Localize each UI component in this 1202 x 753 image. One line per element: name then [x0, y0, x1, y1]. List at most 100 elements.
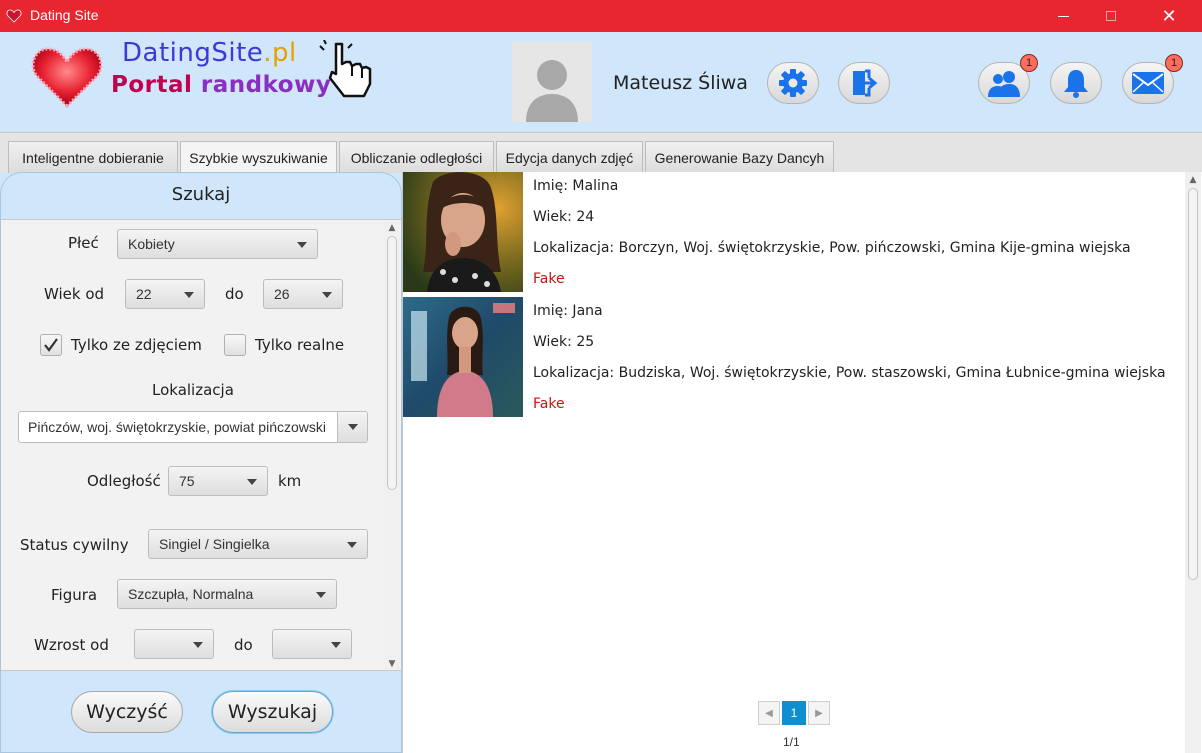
profile-photo-image	[403, 172, 523, 292]
window-title: Dating Site	[30, 7, 99, 23]
location-combobox[interactable]: Pińczów, woj. świętokrzyskie, powiat piń…	[18, 411, 368, 443]
bell-icon	[1064, 70, 1088, 98]
checkmark-icon	[44, 338, 58, 352]
figure-select[interactable]: Szczupła, Normalna	[117, 579, 337, 609]
result-age: Wiek: 24	[533, 209, 595, 225]
chevron-right-icon: ▶	[815, 707, 823, 719]
tab-smart-matching[interactable]: Inteligentne dobieranie	[8, 141, 178, 173]
friends-icon	[988, 71, 1020, 97]
tab-distance-calculation[interactable]: Obliczanie odległości	[339, 141, 494, 173]
minimize-button[interactable]	[1040, 0, 1086, 32]
age-from-select[interactable]: 22	[125, 279, 205, 309]
heart-app-icon	[6, 9, 22, 23]
scrollbar-thumb[interactable]	[1188, 188, 1198, 580]
logo-subtitle-part1: Portal	[111, 72, 201, 98]
minimize-icon	[1057, 15, 1069, 17]
settings-button[interactable]	[767, 62, 819, 104]
distance-unit: km	[278, 472, 302, 490]
logo-subtitle: Portal randkowy	[111, 72, 331, 98]
close-button[interactable]: ✕	[1146, 0, 1192, 32]
chevron-down-icon	[297, 242, 307, 248]
result-age: Wiek: 25	[533, 334, 595, 350]
logo-tld-text: .pl	[263, 38, 297, 68]
chevron-down-icon	[316, 592, 326, 598]
pointing-hand-icon	[319, 40, 372, 98]
logo-main-text: DatingSite	[122, 38, 264, 68]
search-form-scrollbar[interactable]: ▲ ▼	[384, 220, 400, 670]
chevron-left-icon: ◀	[765, 707, 773, 719]
result-name: Imię: Jana	[533, 303, 603, 319]
previous-page-button[interactable]: ◀	[758, 701, 780, 725]
mail-icon	[1132, 72, 1164, 94]
age-to-label: do	[225, 285, 244, 303]
logout-icon	[853, 69, 878, 97]
distance-value: 75	[179, 473, 195, 489]
chevron-down-icon	[247, 479, 257, 485]
result-status: Fake	[533, 271, 565, 287]
chevron-down-icon	[347, 542, 357, 548]
search-button[interactable]: Wyszukaj	[212, 691, 333, 733]
height-from-select[interactable]	[134, 629, 214, 659]
profile-photo[interactable]	[403, 297, 523, 417]
chevron-down-icon	[184, 292, 194, 298]
list-item[interactable]: Imię: Jana Wiek: 25 Lokalizacja: Budzisk…	[403, 297, 1183, 419]
chevron-down-icon	[348, 424, 358, 430]
age-from-label: Wiek od	[44, 285, 105, 303]
logout-button[interactable]	[838, 62, 890, 104]
distance-select[interactable]: 75	[168, 466, 268, 496]
result-name: Imię: Malina	[533, 178, 619, 194]
friends-badge: 1	[1020, 54, 1038, 72]
gender-label: Płeć	[68, 234, 99, 252]
search-form: Płeć Kobiety Wiek od 22 do 26 Tylko ze z…	[1, 219, 401, 671]
maximize-button[interactable]	[1088, 0, 1134, 32]
gender-select-value: Kobiety	[128, 236, 175, 252]
search-panel: Szukaj Płeć Kobiety Wiek od 22 do 26 Tyl…	[0, 172, 402, 753]
next-page-button[interactable]: ▶	[808, 701, 830, 725]
location-dropdown-button[interactable]	[337, 412, 367, 442]
page-number-button[interactable]: 1	[782, 701, 806, 725]
real-only-label: Tylko realne	[255, 336, 345, 354]
height-to-label: do	[234, 636, 253, 654]
age-to-select[interactable]: 26	[263, 279, 343, 309]
notifications-button[interactable]	[1050, 62, 1102, 104]
tab-database-generation[interactable]: Generowanie Bazy Dancyh	[645, 141, 834, 173]
app-header: DatingSite.pl Portal randkowy Mateusz Śl…	[0, 32, 1202, 132]
marital-status-value: Singiel / Singielka	[159, 536, 270, 552]
marital-status-label: Status cywilny	[20, 536, 129, 554]
photo-only-checkbox[interactable]	[40, 334, 62, 356]
search-panel-title: Szukaj	[171, 184, 231, 205]
profile-photo-image	[403, 297, 523, 417]
photo-only-label: Tylko ze zdjęciem	[71, 336, 202, 354]
logo-subtitle-part2: randkowy	[200, 72, 332, 98]
logo-heart-icon	[31, 47, 103, 109]
chevron-down-icon	[322, 292, 332, 298]
settings-icon	[779, 69, 807, 97]
scrollbar-thumb[interactable]	[387, 236, 397, 490]
distance-label: Odległość	[87, 472, 161, 490]
scroll-up-icon[interactable]: ▲	[387, 223, 397, 233]
gender-select[interactable]: Kobiety	[117, 229, 318, 259]
maximize-icon	[1106, 11, 1116, 21]
close-icon: ✕	[1161, 5, 1177, 27]
height-to-select[interactable]	[272, 629, 352, 659]
figure-value: Szczupła, Normalna	[128, 586, 254, 602]
marital-status-select[interactable]: Singiel / Singielka	[148, 529, 368, 559]
user-name: Mateusz Śliwa	[613, 72, 748, 94]
real-only-checkbox[interactable]	[224, 334, 246, 356]
user-avatar[interactable]	[512, 42, 592, 122]
results-scrollbar[interactable]: ▲	[1185, 172, 1201, 753]
profile-photo[interactable]	[403, 172, 523, 292]
clear-button[interactable]: Wyczyść	[71, 691, 183, 733]
scroll-up-icon[interactable]: ▲	[1188, 175, 1198, 185]
tab-photo-data-edit[interactable]: Edycja danych zdjęć	[496, 141, 643, 173]
tab-bar: Inteligentne dobieranie Szybkie wyszukiw…	[0, 132, 1202, 174]
scroll-down-icon[interactable]: ▼	[387, 659, 397, 669]
tab-quick-search[interactable]: Szybkie wyszukiwanie	[180, 141, 337, 174]
height-from-label: Wzrost od	[34, 636, 109, 654]
messages-badge: 1	[1165, 54, 1183, 72]
title-bar: Dating Site ✕	[0, 0, 1202, 32]
age-to-value: 26	[274, 286, 290, 302]
avatar-placeholder-icon	[512, 42, 592, 122]
list-item[interactable]: Imię: Malina Wiek: 24 Lokalizacja: Borcz…	[403, 172, 1183, 294]
result-location: Lokalizacja: Borczyn, Woj. świętokrzyski…	[533, 240, 1131, 256]
